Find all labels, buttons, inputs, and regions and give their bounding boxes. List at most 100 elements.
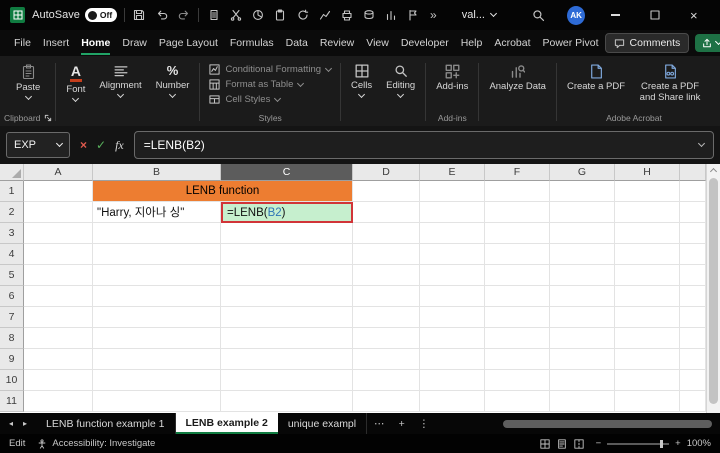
autosave-switch[interactable]: Off — [85, 8, 117, 22]
paste-button[interactable]: Paste — [9, 58, 47, 101]
column-header-d[interactable]: D — [353, 164, 420, 181]
cell-e2[interactable] — [420, 202, 485, 223]
cell[interactable] — [420, 244, 485, 265]
alignment-group-button[interactable]: Alignment — [92, 58, 148, 126]
cell[interactable] — [93, 349, 221, 370]
tab-developer[interactable]: Developer — [395, 31, 455, 55]
accessibility-checker[interactable]: Accessibility: Investigate — [37, 438, 155, 449]
row-header[interactable]: 8 — [0, 328, 24, 349]
cell[interactable] — [93, 391, 221, 412]
cell[interactable] — [615, 328, 680, 349]
cell[interactable] — [615, 307, 680, 328]
column-header-e[interactable]: E — [420, 164, 485, 181]
row-header[interactable]: 9 — [0, 349, 24, 370]
zoom-out-button[interactable]: − — [596, 438, 602, 449]
tab-power-pivot[interactable]: Power Pivot — [537, 31, 605, 55]
cell[interactable] — [420, 265, 485, 286]
cell-a1[interactable] — [24, 181, 93, 202]
row-header[interactable]: 10 — [0, 370, 24, 391]
sheet-tab-unique-example[interactable]: unique exampl — [278, 413, 367, 434]
row-header[interactable]: 1 — [0, 181, 24, 202]
column-header-h[interactable]: H — [615, 164, 680, 181]
cell[interactable] — [615, 391, 680, 412]
flag-icon[interactable] — [406, 7, 421, 23]
undo-icon[interactable] — [154, 7, 169, 23]
cell[interactable] — [485, 370, 550, 391]
cell-b1-merged-title[interactable]: LENB function — [93, 181, 353, 202]
horizontal-scroll-thumb[interactable] — [503, 420, 712, 428]
next-sheet-arrow-icon[interactable]: ▸ — [23, 419, 27, 428]
tab-view[interactable]: View — [360, 31, 395, 55]
toolbar-overflow-chevron[interactable]: » — [428, 8, 439, 22]
redo-icon[interactable] — [176, 7, 191, 23]
refresh-icon[interactable] — [295, 7, 310, 23]
row-header[interactable]: 6 — [0, 286, 24, 307]
cell[interactable] — [420, 307, 485, 328]
font-group-button[interactable]: A Font — [59, 58, 92, 126]
expand-formula-bar-chevron-icon[interactable] — [698, 140, 705, 147]
sheet-tab-lenb-example-2[interactable]: LENB example 2 — [176, 413, 278, 434]
cell-h2[interactable] — [615, 202, 680, 223]
cell[interactable] — [24, 349, 93, 370]
cell[interactable] — [353, 391, 420, 412]
column-header-a[interactable]: A — [24, 164, 93, 181]
line-chart-icon[interactable] — [317, 7, 332, 23]
cell[interactable] — [24, 328, 93, 349]
comments-button[interactable]: Comments — [605, 33, 690, 53]
cell-g2[interactable] — [550, 202, 615, 223]
column-header-c[interactable]: C — [221, 164, 353, 181]
editing-group-button[interactable]: Editing — [379, 58, 422, 126]
insert-function-button[interactable]: fx — [115, 138, 124, 153]
format-as-table-button[interactable]: Format as Table — [209, 79, 331, 90]
cell[interactable] — [615, 370, 680, 391]
cell[interactable] — [221, 265, 353, 286]
create-pdf-share-button[interactable]: Create a PDF and Share link — [632, 58, 708, 106]
cell[interactable] — [24, 286, 93, 307]
zoom-slider-thumb[interactable] — [660, 440, 663, 448]
cell-b2[interactable]: "Harry, 지아나 싱" — [93, 202, 221, 223]
tab-insert[interactable]: Insert — [37, 31, 75, 55]
cell[interactable] — [93, 223, 221, 244]
cell[interactable] — [550, 223, 615, 244]
cell-a2[interactable] — [24, 202, 93, 223]
cell-styles-button[interactable]: Cell Styles — [209, 94, 331, 105]
share-button[interactable] — [695, 34, 720, 52]
cell-f2[interactable] — [485, 202, 550, 223]
cancel-entry-button[interactable]: × — [80, 138, 87, 152]
confirm-entry-button[interactable]: ✓ — [96, 138, 106, 152]
row-header[interactable]: 7 — [0, 307, 24, 328]
tab-data[interactable]: Data — [280, 31, 314, 55]
tab-draw[interactable]: Draw — [116, 31, 153, 55]
cell[interactable] — [550, 328, 615, 349]
cell[interactable] — [221, 286, 353, 307]
cell[interactable] — [420, 328, 485, 349]
cell[interactable] — [550, 244, 615, 265]
analyze-data-button[interactable]: Analyze Data — [482, 58, 553, 126]
zoom-level[interactable]: 100% — [687, 438, 711, 449]
cell[interactable] — [550, 265, 615, 286]
currency-icon[interactable] — [362, 7, 377, 23]
cell[interactable] — [485, 307, 550, 328]
cell[interactable] — [420, 349, 485, 370]
cells-group-button[interactable]: Cells — [344, 58, 379, 126]
cell[interactable] — [24, 391, 93, 412]
pie-chart-icon[interactable] — [251, 7, 266, 23]
cell[interactable] — [485, 391, 550, 412]
tab-help[interactable]: Help — [455, 31, 489, 55]
cell[interactable] — [420, 286, 485, 307]
cell[interactable] — [221, 370, 353, 391]
search-icon[interactable] — [531, 7, 546, 23]
cell[interactable] — [221, 244, 353, 265]
cell[interactable] — [221, 349, 353, 370]
cell[interactable] — [353, 307, 420, 328]
cell[interactable] — [24, 307, 93, 328]
sheet-tab-lenb-function-example-1[interactable]: LENB function example 1 — [36, 413, 175, 434]
name-box[interactable]: EXP — [6, 132, 70, 158]
cell-g1[interactable] — [550, 181, 615, 202]
cell-e1[interactable] — [420, 181, 485, 202]
cell[interactable] — [93, 244, 221, 265]
cell[interactable] — [353, 286, 420, 307]
formula-bar-input[interactable]: =LENB(B2) — [134, 131, 714, 159]
cell[interactable] — [353, 370, 420, 391]
cell[interactable] — [420, 370, 485, 391]
